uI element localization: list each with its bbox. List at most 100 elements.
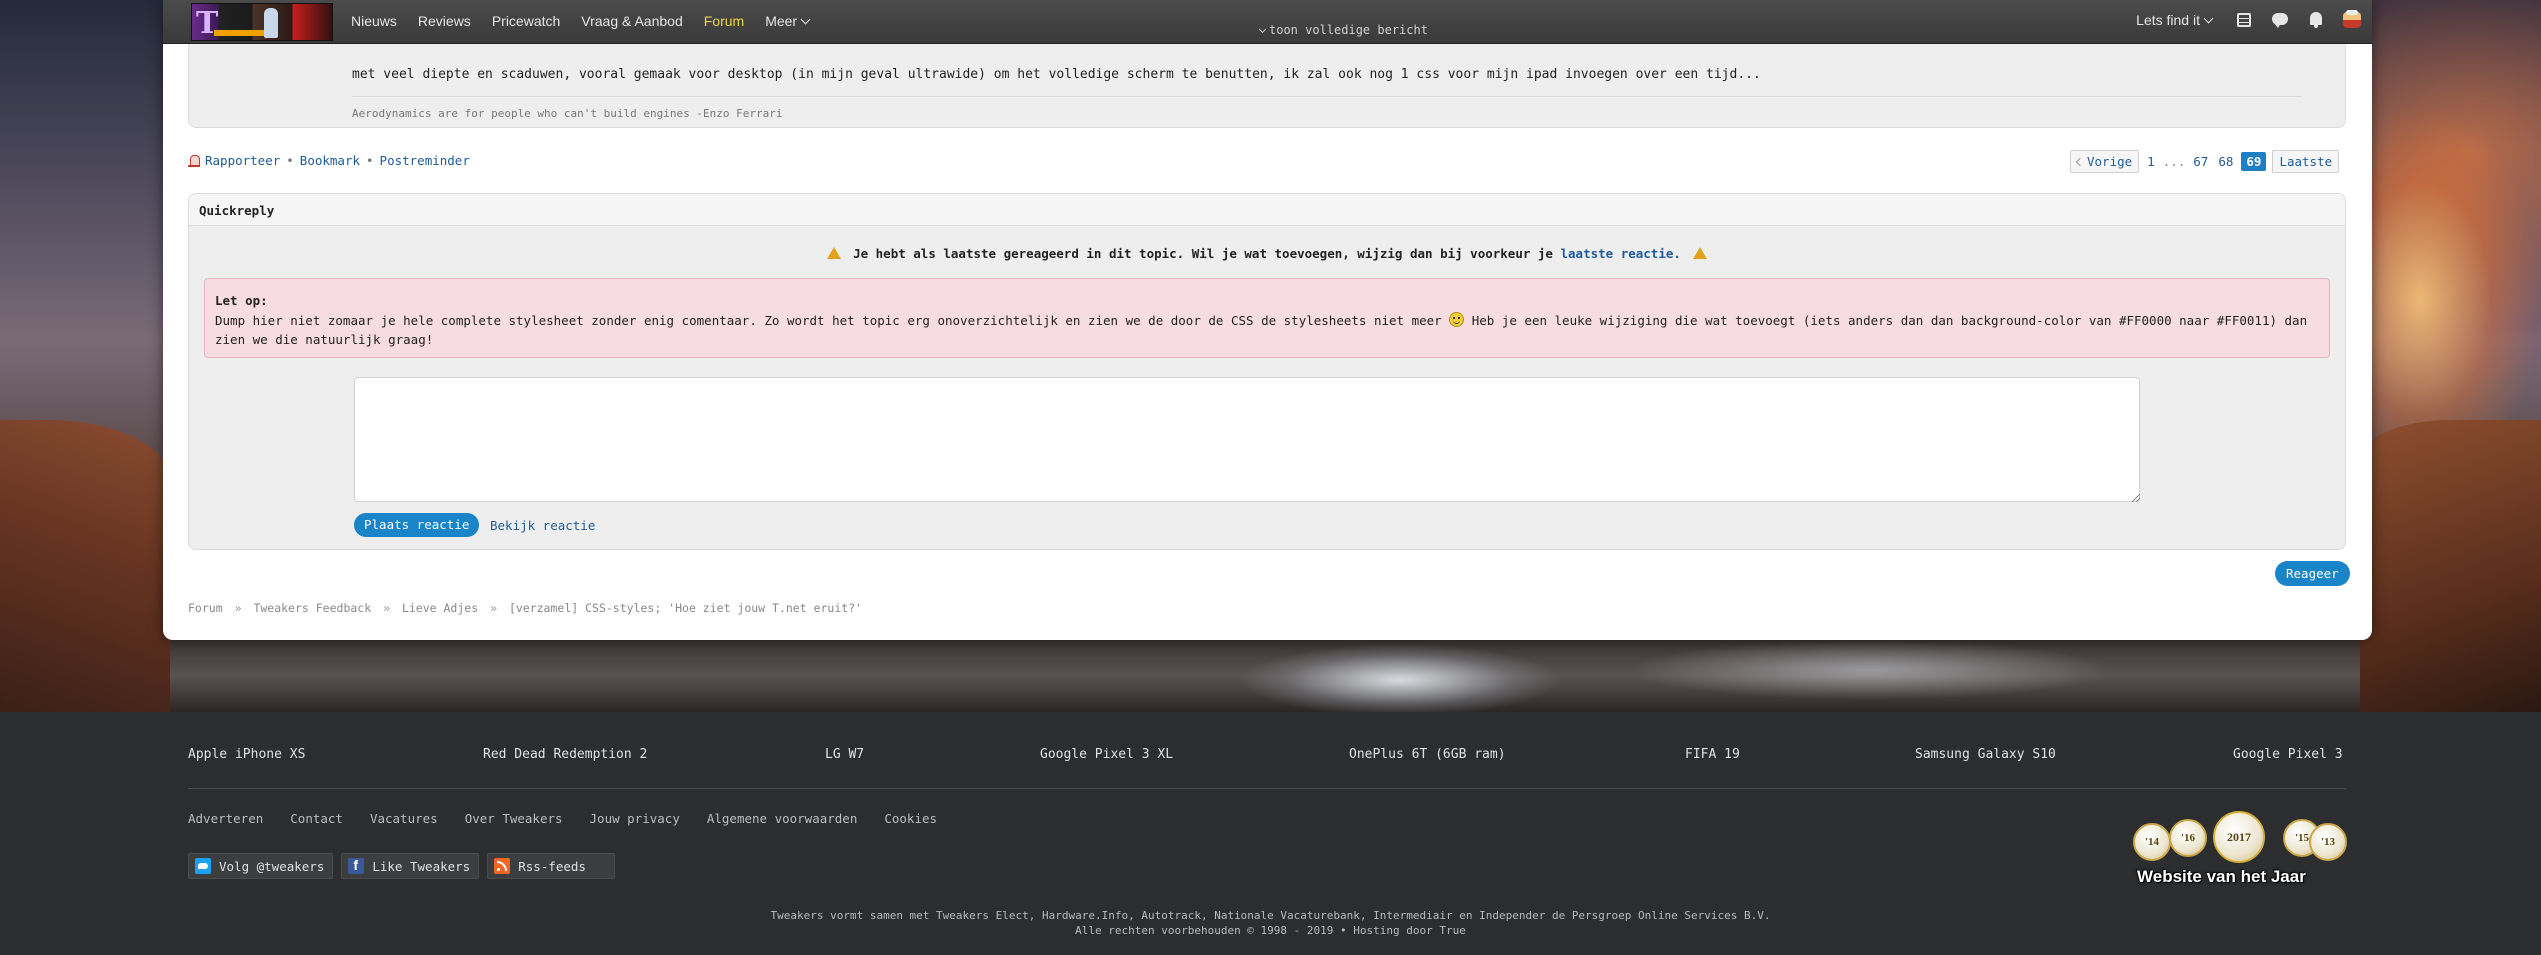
breadcrumb: Forum » Tweakers Feedback » Lieve Adjes … <box>188 601 862 615</box>
pagination-prev[interactable]: Vorige <box>2070 150 2140 173</box>
chevron-down-icon <box>1258 25 1267 34</box>
reageer-button[interactable]: Reageer <box>2275 561 2350 586</box>
nav-reviews[interactable]: Reviews <box>418 13 471 29</box>
resize-grip-icon[interactable] <box>2132 494 2140 502</box>
logo-figure-icon <box>264 8 278 38</box>
notice-title: Let op: <box>215 293 268 308</box>
bell-icon[interactable] <box>2306 10 2326 30</box>
smiley-icon <box>1449 312 1465 327</box>
chevron-left-icon <box>2075 157 2085 167</box>
list-icon[interactable] <box>2234 10 2254 30</box>
place-reply-button[interactable]: Plaats reactie <box>354 513 480 537</box>
post-actions: Rapporteer • Bookmark • Postreminder <box>188 153 470 168</box>
copyright-line: Alle rechten voorbehouden © 1998 - 2019 … <box>1075 924 1466 937</box>
trending-link[interactable]: Google Pixel 3 XL <box>1040 747 1173 762</box>
notice-text: Dump hier niet zomaar je hele complete s… <box>215 311 2315 349</box>
nav-vraag-aanbod[interactable]: Vraag & Aanbod <box>581 13 682 29</box>
toon-volledig-bericht[interactable]: toon volledige bericht <box>1258 23 1428 37</box>
avatar-icon[interactable] <box>2342 10 2362 30</box>
footer-divider <box>188 788 2346 789</box>
search-dropdown-label: Lets find it <box>2136 12 2200 28</box>
social-buttons: Volg @tweakers Like Tweakers Rss-feeds <box>188 853 616 879</box>
breadcrumb-item[interactable]: Tweakers Feedback <box>253 601 371 615</box>
trending-link[interactable]: OnePlus 6T (6GB ram) <box>1349 747 1506 762</box>
warning-icon <box>826 247 841 259</box>
background-rock-right <box>2360 420 2541 712</box>
award-medal-icon: '16 <box>2169 819 2207 857</box>
page-link[interactable]: 67 <box>2191 151 2210 172</box>
footer-link[interactable]: Jouw privacy <box>590 811 680 826</box>
warning-text: Je hebt als laatste gereageerd in dit to… <box>853 246 1553 261</box>
trending-link[interactable]: FIFA 19 <box>1685 747 1740 762</box>
twitter-label: Volg @tweakers <box>219 858 325 874</box>
award-medal-icon: '14 <box>2133 823 2171 861</box>
footer-link[interactable]: Cookies <box>884 811 937 826</box>
nav-right-tools: Lets find it <box>2136 10 2362 30</box>
twitter-button[interactable]: Volg @tweakers <box>188 853 334 879</box>
trending-link[interactable]: Red Dead Redemption 2 <box>483 747 647 762</box>
twitter-icon <box>195 858 211 874</box>
separator-dot: • <box>366 153 374 168</box>
trending-products: Apple iPhone XS Red Dead Redemption 2 LG… <box>188 747 2346 767</box>
footer-link[interactable]: Algemene voorwaarden <box>707 811 858 826</box>
last-reply-warning: Je hebt als laatste gereageerd in dit to… <box>189 246 2345 261</box>
copyright-line: Tweakers vormt samen met Tweakers Elect,… <box>770 909 1771 922</box>
quickreply-header: Quickreply <box>188 193 2346 225</box>
toon-volledig-label: toon volledige bericht <box>1269 23 1428 37</box>
breadcrumb-separator: » <box>383 601 391 615</box>
page-link[interactable]: 68 <box>2216 151 2235 172</box>
nav-nieuws[interactable]: Nieuws <box>351 13 397 29</box>
post-signature: Aerodynamics are for people who can't bu… <box>352 107 783 120</box>
search-dropdown[interactable]: Lets find it <box>2136 12 2214 28</box>
website-van-het-jaar-badge[interactable]: '14 '16 '15 '13 2017 Website van het Jaa… <box>2133 811 2347 891</box>
report-link[interactable]: Rapporteer <box>205 153 280 168</box>
pagination-prev-label: Vorige <box>2087 154 2133 169</box>
breadcrumb-item[interactable]: Lieve Adjes <box>402 601 478 615</box>
footer-link[interactable]: Adverteren <box>188 811 263 826</box>
last-reply-link[interactable]: laatste reactie. <box>1561 246 1681 261</box>
copyright: Tweakers vormt samen met Tweakers Elect,… <box>0 908 2541 938</box>
pagination-ellipsis: ... <box>2162 154 2186 169</box>
background-rock-left <box>0 420 170 712</box>
trending-link[interactable]: LG W7 <box>825 747 864 762</box>
nav-pricewatch[interactable]: Pricewatch <box>492 13 560 29</box>
footer-links: Adverteren Contact Vacatures Over Tweake… <box>188 811 964 826</box>
tweakers-logo[interactable]: T <box>191 3 333 41</box>
trending-link[interactable]: Samsung Galaxy S10 <box>1915 747 2056 762</box>
preview-reply-link[interactable]: Bekijk reactie <box>490 518 595 533</box>
nav-meer[interactable]: Meer <box>765 13 811 29</box>
posting-notice: Let op: Dump hier niet zomaar je hele co… <box>204 278 2330 358</box>
footer-link[interactable]: Contact <box>290 811 343 826</box>
page-current: 69 <box>2241 152 2267 171</box>
nav-forum[interactable]: Forum <box>704 13 744 29</box>
quickreply-title: Quickreply <box>199 203 275 218</box>
background-water <box>170 640 2360 712</box>
breadcrumb-item[interactable]: [verzamel] CSS-styles; 'Hoe ziet jouw T.… <box>509 601 862 615</box>
rss-icon <box>494 858 511 874</box>
site-footer: Apple iPhone XS Red Dead Redemption 2 LG… <box>0 712 2541 955</box>
facebook-icon <box>348 857 365 874</box>
chevron-down-icon <box>2203 13 2214 24</box>
page-link[interactable]: 1 <box>2145 151 2157 172</box>
rss-button[interactable]: Rss-feeds <box>487 853 616 879</box>
quickreply-panel: Je hebt als laatste gereageerd in dit to… <box>188 225 2346 550</box>
chat-icon[interactable] <box>2270 10 2290 30</box>
breadcrumb-separator: » <box>234 601 242 615</box>
signature-divider <box>352 96 2302 97</box>
trending-link[interactable]: Apple iPhone XS <box>188 747 305 762</box>
footer-link[interactable]: Over Tweakers <box>465 811 563 826</box>
award-label: Website van het Jaar <box>2137 867 2306 886</box>
main-nav: Nieuws Reviews Pricewatch Vraag & Aanbod… <box>351 13 830 29</box>
chevron-down-icon <box>800 14 811 25</box>
footer-link[interactable]: Vacatures <box>370 811 438 826</box>
facebook-button[interactable]: Like Tweakers <box>341 853 480 879</box>
reply-textarea[interactable] <box>354 377 2140 502</box>
separator-dot: • <box>286 153 294 168</box>
postreminder-link[interactable]: Postreminder <box>380 153 470 168</box>
bookmark-link[interactable]: Bookmark <box>300 153 360 168</box>
pagination-last[interactable]: Laatste <box>2272 150 2340 173</box>
breadcrumb-item[interactable]: Forum <box>188 601 223 615</box>
facebook-label: Like Tweakers <box>372 858 471 874</box>
trending-link[interactable]: Google Pixel 3 <box>2233 747 2343 762</box>
award-medal-icon: 2017 <box>2213 811 2265 863</box>
